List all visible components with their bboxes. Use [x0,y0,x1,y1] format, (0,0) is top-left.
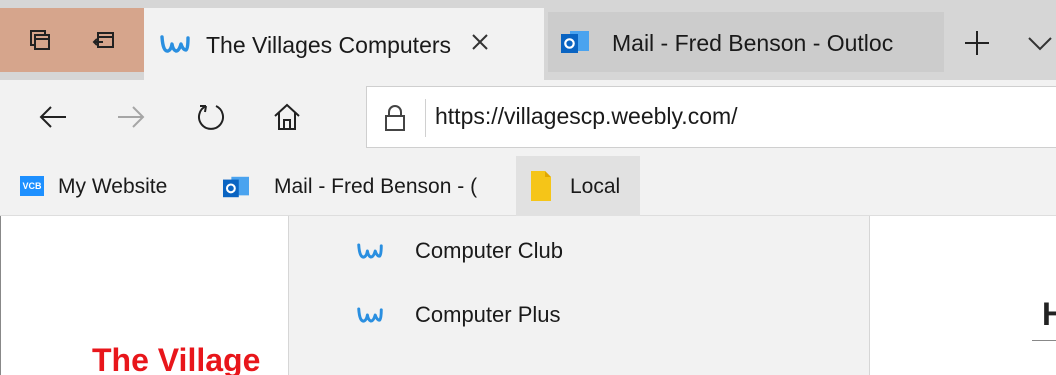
outlook-icon [561,31,589,53]
navigation-bar: https://villagescp.weebly.com/ [0,80,1056,156]
forward-arrow-icon[interactable] [114,100,148,134]
dropdown-item-computer-club[interactable]: Computer Club [289,224,869,280]
favorite-folder-local[interactable]: Local [516,156,640,216]
favorite-mail[interactable]: Mail - Fred Benson - ( [212,156,516,216]
new-tab-icon[interactable] [962,28,992,58]
favorite-label: My Website [58,175,168,198]
tab-list-chevron-icon[interactable] [1025,30,1055,56]
tab-title: Mail - Fred Benson - Outloc [612,30,894,56]
page-heading: The Village [92,342,261,375]
window-border [0,216,1,375]
url-text[interactable]: https://villagescp.weebly.com/ [435,103,738,130]
favorite-my-website[interactable]: VCB My Website [0,156,212,216]
weebly-icon [357,243,383,259]
address-divider [425,99,426,137]
folder-icon [531,171,551,201]
favorites-bar: VCB My Website Mail - Fred Benson - ( Lo… [0,156,1056,216]
tab-collections-icon[interactable] [28,28,52,52]
address-bar[interactable]: https://villagescp.weebly.com/ [366,86,1056,148]
back-arrow-icon[interactable] [36,100,70,134]
folder-dropdown-menu: Computer Club Computer Plus [288,216,870,375]
dropdown-item-label: Computer Club [415,238,563,263]
page-right-rule [1032,340,1056,341]
dropdown-item-computer-plus[interactable]: Computer Plus [289,288,869,344]
vcb-icon: VCB [20,176,44,196]
lock-icon[interactable] [383,104,407,132]
dropdown-item-label: Computer Plus [415,302,561,327]
page-right-heading: H [1042,296,1056,332]
weebly-icon [357,307,383,323]
tab-villages-computers[interactable]: The Villages Computers [144,8,544,80]
tab-title: The Villages Computers [206,32,452,58]
favorite-label: Mail - Fred Benson - ( [274,175,478,198]
outlook-icon [223,176,249,198]
home-icon[interactable] [270,100,304,134]
close-tab-icon[interactable] [466,28,494,56]
set-tabs-aside-icon[interactable] [92,28,116,52]
refresh-icon[interactable] [194,100,228,134]
weebly-icon [160,35,190,53]
tab-actions-group [0,8,144,72]
tab-mail-outlook[interactable]: Mail - Fred Benson - Outloc [548,12,944,72]
favorite-label: Local [570,175,621,198]
tab-strip: The Villages Computers Mail - Fred Benso… [0,0,1056,80]
